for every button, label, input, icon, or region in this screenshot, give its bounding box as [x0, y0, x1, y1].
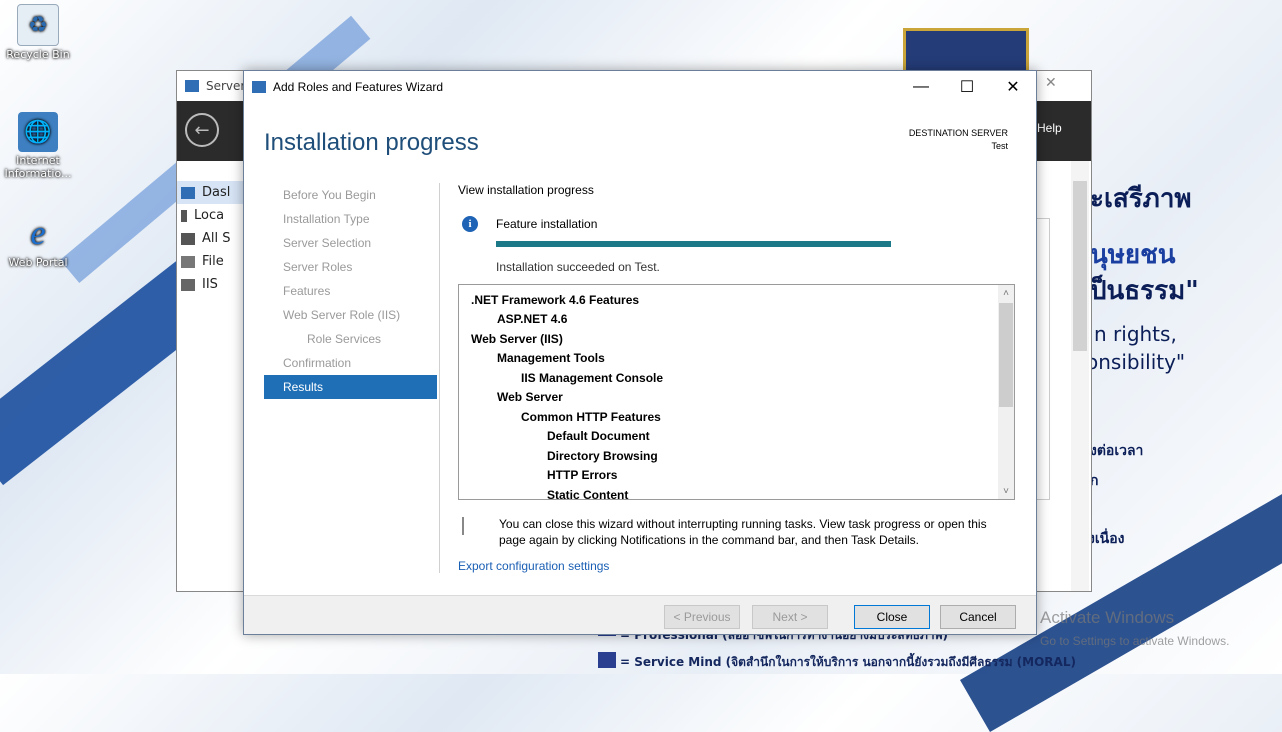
server-manager-icon [185, 80, 199, 92]
feature-list-item: Web Server (IIS) [471, 331, 563, 346]
feature-list-item: Directory Browsing [547, 448, 658, 463]
step-before-you-begin: Before You Begin [283, 188, 376, 202]
step-server-roles: Server Roles [283, 260, 353, 274]
poster-text: n rights, [1094, 322, 1177, 346]
flag-icon [462, 517, 478, 535]
nav-item-all-servers[interactable]: All S [177, 227, 247, 250]
note-text: You can close this wizard without interr… [499, 517, 987, 547]
poster-text: งเนื่อง [1088, 531, 1125, 547]
step-confirmation: Confirmation [283, 356, 352, 370]
poster-text: onsibility" [1086, 350, 1186, 374]
poster-text: ป็นธรรม" [1090, 276, 1199, 306]
installation-progress-bar [496, 241, 891, 247]
scroll-up-arrow-icon[interactable]: ˄ [998, 285, 1014, 301]
file-storage-icon [181, 255, 195, 268]
feature-list-item: Common HTTP Features [521, 409, 661, 424]
divider [439, 183, 440, 573]
feature-list-item: Management Tools [497, 351, 605, 366]
recycle-bin-icon: ♻ [17, 4, 59, 46]
feature-list-item: Static Content [547, 487, 629, 500]
add-roles-wizard-window[interactable]: Add Roles and Features Wizard — ☐ ✕ Inst… [243, 70, 1037, 635]
feature-list-item: .NET Framework 4.6 Features [471, 292, 640, 307]
nav-item-local-server[interactable]: Loca [177, 204, 247, 227]
previous-button[interactable]: < Previous [664, 605, 740, 629]
window-close-button[interactable]: ✕ [990, 71, 1036, 103]
maximize-button[interactable]: ☐ [944, 71, 990, 103]
back-arrow-icon[interactable]: ← [185, 113, 219, 147]
feature-list-item: Web Server [497, 390, 563, 405]
destination-label: DESTINATION SERVER [908, 128, 1008, 138]
feature-list-item: Default Document [547, 429, 650, 444]
wizard-title: Add Roles and Features Wizard [273, 80, 444, 94]
nav-item-file-storage[interactable]: File [177, 250, 247, 273]
iis-manager-icon: 🌐 [18, 112, 58, 152]
poster-text: ะเสรีภาพ [1090, 184, 1192, 214]
features-scrollbar[interactable]: ˄ ˅ [998, 285, 1014, 499]
desktop-icon-recycle-bin[interactable]: ♻ Recycle Bin [2, 4, 74, 61]
feature-list-item: IIS Management Console [521, 370, 664, 385]
step-installation-type: Installation Type [283, 212, 370, 226]
minimize-button[interactable]: — [898, 71, 944, 103]
feature-list-item: HTTP Errors [547, 468, 618, 483]
nav-item-dashboard[interactable]: Dasl [177, 181, 247, 204]
feature-installation-label: Feature installation [496, 217, 598, 231]
scroll-down-arrow-icon[interactable]: ˅ [998, 483, 1014, 499]
scroll-thumb[interactable] [1073, 181, 1087, 351]
view-progress-label: View installation progress [458, 183, 594, 197]
poster-text: งต่อเวลา [1090, 443, 1144, 459]
server-manager-nav: Dasl Loca All S File IIS [177, 181, 247, 296]
server-manager-panel [1037, 218, 1050, 500]
dashboard-icon [181, 186, 195, 199]
poster-text: = Service Mind (จิตสำนึกในการให้บริการ น… [620, 655, 1076, 669]
iis-icon [181, 278, 195, 291]
server-icon [181, 209, 187, 222]
help-menu[interactable]: Help [1037, 121, 1062, 135]
destination-value: Test [991, 141, 1008, 151]
wizard-steps: Before You Begin Installation Type Serve… [264, 183, 437, 399]
cancel-button[interactable]: Cancel [940, 605, 1016, 629]
export-configuration-link[interactable]: Export configuration settings [458, 559, 609, 573]
close-button[interactable]: Close [854, 605, 930, 629]
activate-windows-subtitle: Go to Settings to activate Windows. [1040, 634, 1230, 648]
desktop-icon-iis-manager[interactable]: 🌐 Internet Informatio... [2, 112, 74, 180]
installation-status: Installation succeeded on Test. [496, 260, 660, 274]
servers-icon [181, 232, 195, 245]
server-manager-close-icon[interactable]: ✕ [1045, 75, 1057, 91]
step-features: Features [283, 284, 331, 298]
feature-list-item: ASP.NET 4.6 [497, 312, 568, 327]
internet-explorer-icon: e [30, 215, 46, 252]
scroll-thumb[interactable] [999, 303, 1013, 407]
nav-item-iis[interactable]: IIS [177, 273, 247, 296]
step-server-selection: Server Selection [283, 236, 372, 250]
step-role-services: Role Services [307, 332, 382, 346]
info-icon: i [462, 216, 478, 232]
wizard-footer: < Previous Next > Close Cancel [244, 595, 1036, 634]
destination-server: DESTINATION SERVER Test [909, 127, 1008, 153]
server-manager-scrollbar[interactable] [1071, 161, 1089, 591]
page-title: Installation progress [264, 129, 479, 156]
poster-text: นุษยชน [1090, 240, 1176, 270]
next-button[interactable]: Next > [752, 605, 828, 629]
step-web-server-role: Web Server Role (IIS) [283, 308, 401, 322]
desktop-icon-web-portal[interactable]: e Web Portal [2, 214, 74, 269]
wizard-app-icon [252, 81, 266, 93]
installed-features-list[interactable]: .NET Framework 4.6 Features ASP.NET 4.6 We… [458, 284, 1015, 500]
step-results[interactable]: Results [264, 375, 437, 399]
activate-windows-title: Activate Windows [1040, 608, 1175, 627]
poster-icon [598, 652, 616, 668]
